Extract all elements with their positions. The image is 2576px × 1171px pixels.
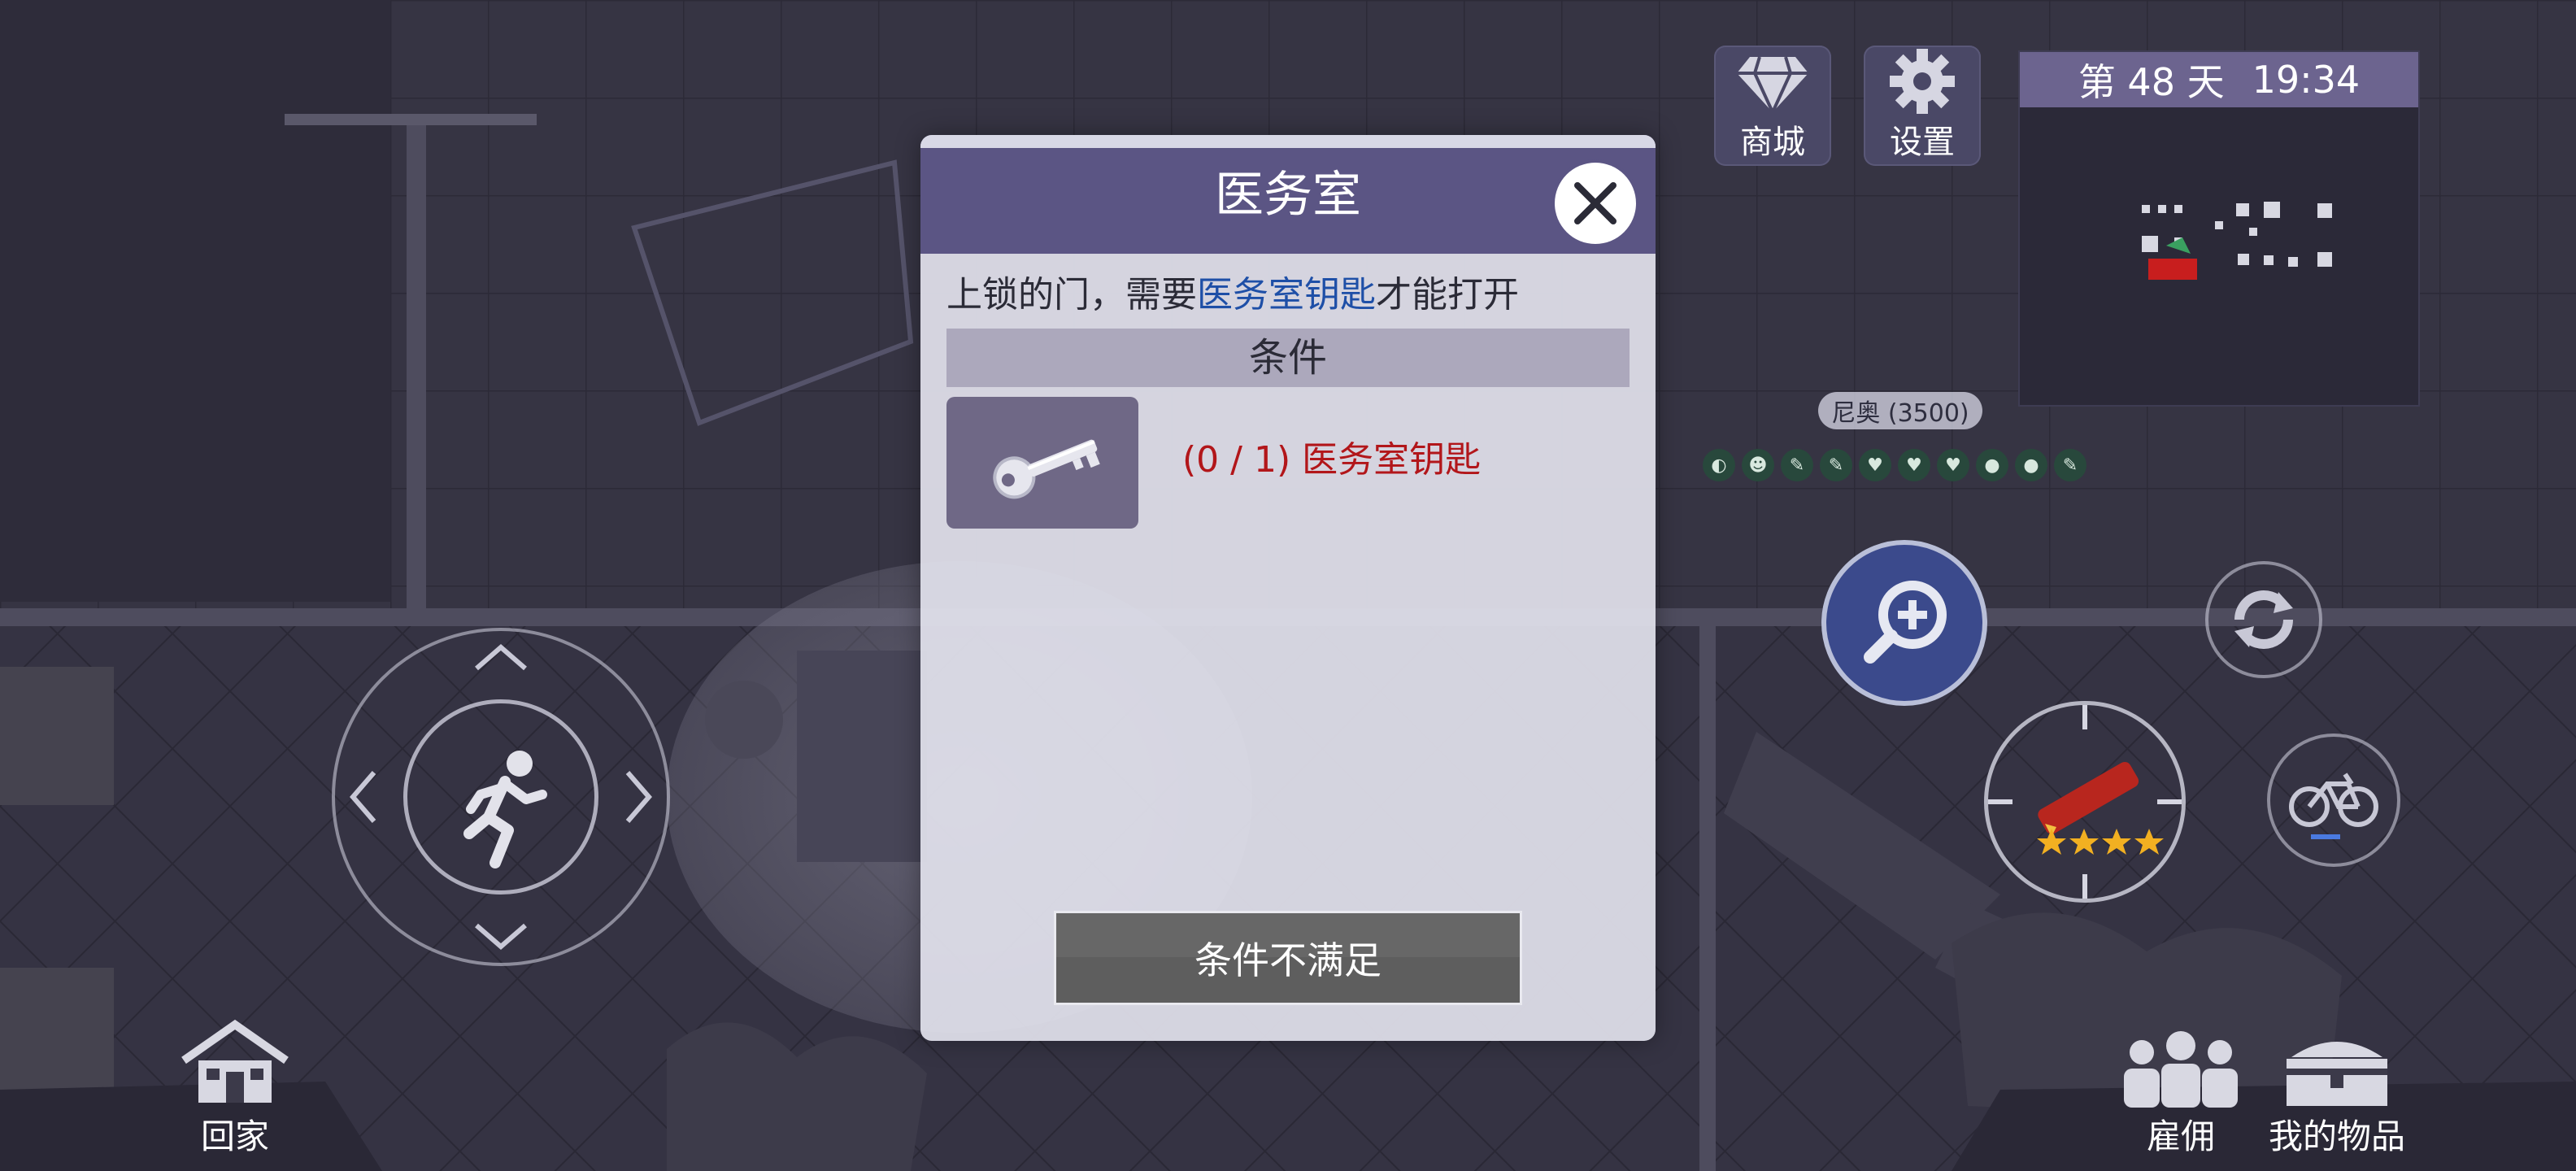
bicycle-icon [2289, 773, 2378, 839]
refresh-button[interactable] [2205, 561, 2322, 678]
close-button[interactable] [1555, 163, 1636, 244]
zoom-in-icon [1864, 581, 1947, 664]
day-time-display: 第 48 天 19:34 [2020, 52, 2418, 107]
npc-name: 尼奥 (3500) [1831, 399, 1969, 428]
status-icon: ✎ [1781, 449, 1813, 481]
minimap[interactable]: 第 48 天 19:34 [2018, 50, 2420, 407]
shop-button[interactable]: 商城 [1714, 46, 1831, 166]
vehicle-button[interactable] [2267, 734, 2400, 867]
status-icon: ● [1976, 449, 2008, 481]
movement-joystick[interactable] [332, 628, 670, 966]
clock-time: 19:34 [2252, 58, 2361, 102]
status-icon: ✎ [2054, 449, 2086, 481]
key-icon [993, 439, 1100, 499]
people-icon [2124, 1031, 2238, 1108]
my-items-label: 我的物品 [2268, 1117, 2405, 1156]
status-icon: ♥ [1859, 449, 1891, 481]
conditions-unmet-button[interactable]: 条件不满足 [1054, 911, 1522, 1005]
description-text: 上锁的门，需要 [946, 274, 1197, 316]
locked-door-dialog: 医务室 上锁的门，需要医务室钥匙才能打开 条件 (0 / 1) 医务室钥匙 条件… [920, 135, 1656, 1041]
dialog-title: 医务室 [1215, 167, 1361, 224]
settings-label: 设置 [1890, 124, 1955, 161]
refresh-icon [2234, 590, 2293, 649]
chest-icon [2287, 1042, 2387, 1106]
diamond-icon [1737, 56, 1808, 115]
close-icon [1574, 182, 1617, 224]
weapon-slot[interactable] [1984, 701, 2186, 903]
settings-button[interactable]: 设置 [1864, 46, 1981, 166]
dynamite-icon [1988, 705, 2182, 899]
minimap-layout [2142, 202, 2332, 280]
status-icon: ♥ [1898, 449, 1930, 481]
status-icon: ● [2015, 449, 2047, 481]
house-icon [181, 1019, 289, 1103]
day-counter: 第 48 天 [2078, 60, 2225, 104]
status-icon: ♥ [1937, 449, 1969, 481]
status-effects: ◐ ☻ ✎ ✎ ♥ ♥ ♥ ● ● ✎ [1703, 449, 2086, 481]
sprint-button[interactable] [403, 699, 598, 895]
hire-label: 雇佣 [2146, 1117, 2215, 1156]
status-icon: ✎ [1820, 449, 1852, 481]
required-item-link: 医务室钥匙 [1197, 274, 1376, 316]
npc-name-tag: 尼奥 (3500) [1818, 392, 1982, 429]
my-items-button[interactable]: 我的物品 [2259, 1026, 2415, 1161]
dialog-description: 上锁的门，需要医务室钥匙才能打开 [946, 270, 1638, 320]
hire-button[interactable]: 雇佣 [2114, 1023, 2247, 1161]
conditions-header: 条件 [946, 329, 1630, 387]
gear-icon [1890, 49, 1955, 114]
description-text-end: 才能打开 [1376, 274, 1519, 316]
shop-label: 商城 [1740, 124, 1805, 161]
status-icon: ☻ [1742, 449, 1774, 481]
requirement-status: (0 / 1) 医务室钥匙 [1182, 439, 1482, 481]
home-label: 回家 [200, 1117, 269, 1156]
running-man-icon [463, 751, 547, 868]
zoom-button[interactable] [1821, 540, 1987, 706]
required-item-slot [946, 397, 1138, 529]
home-button[interactable]: 回家 [174, 1018, 296, 1156]
status-icon: ◐ [1703, 449, 1735, 481]
